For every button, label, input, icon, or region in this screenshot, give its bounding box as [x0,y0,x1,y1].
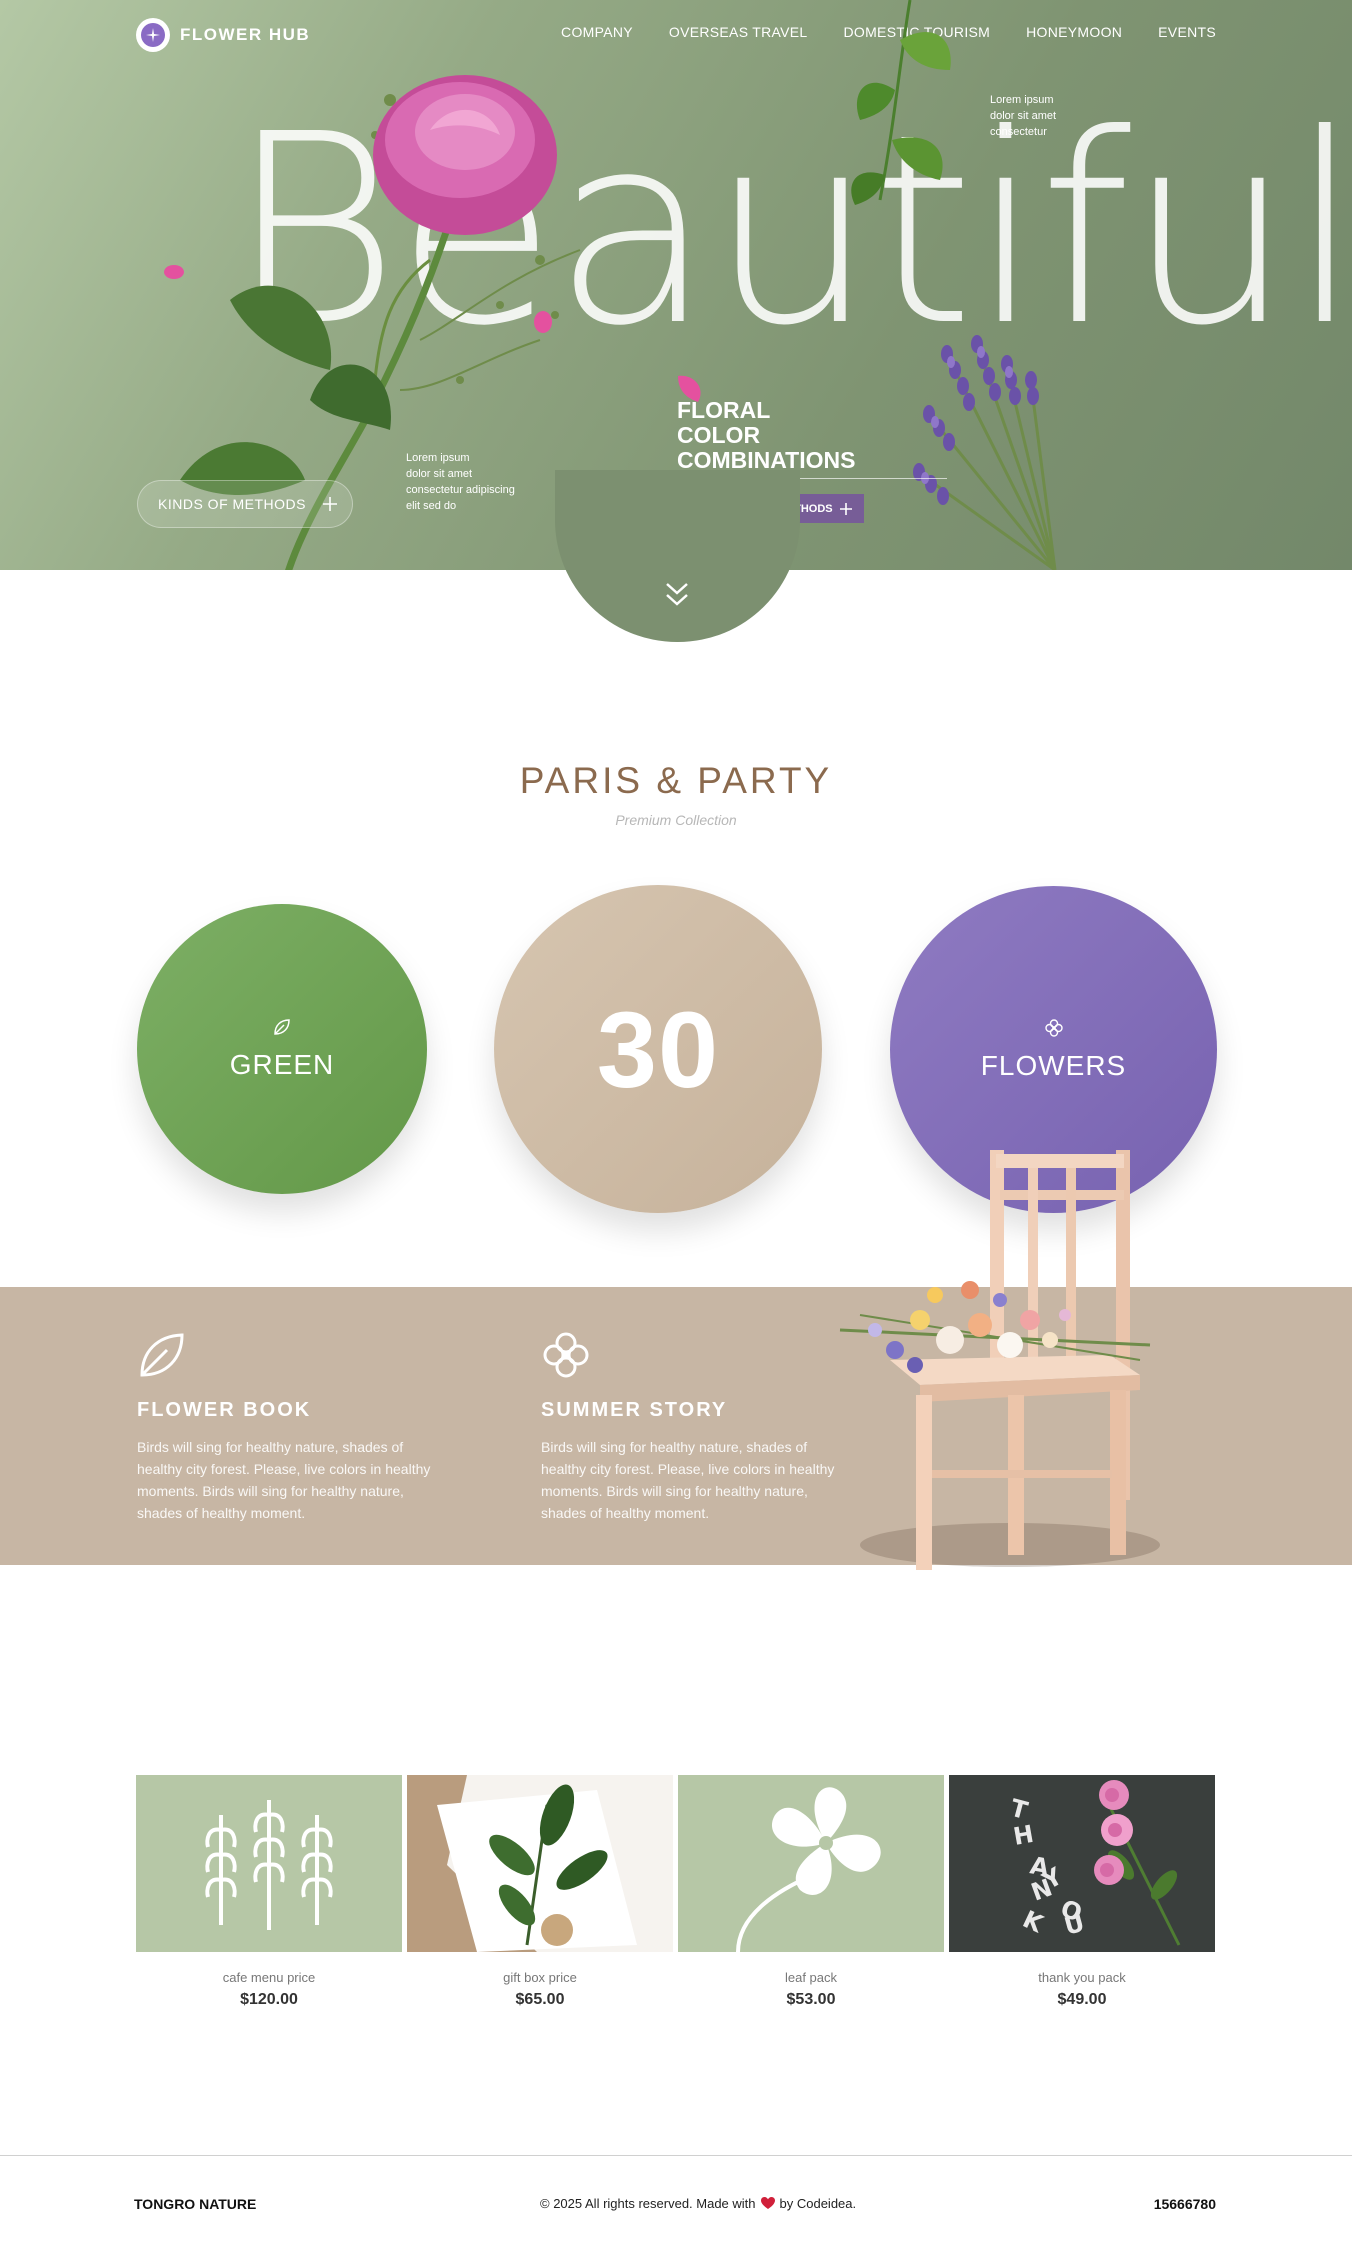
product-image[interactable] [678,1775,944,1952]
hero-note-left: Lorem ipsum dolor sit amet consectetur a… [406,452,515,512]
product-price: $65.00 [515,1991,565,2008]
flower-icon [1044,1018,1063,1037]
product-card[interactable]: gift box price $65.00 [407,1775,673,2009]
product-image[interactable]: T H A N K Y O U [949,1775,1215,1952]
copyright-text: © 2025 All rights reserved. Made with [540,2196,756,2211]
product-card[interactable]: leaf pack $53.00 [678,1775,944,2009]
section-title: PARIS & PARTY [519,760,833,801]
feature-title: FLOWER BOOK [137,1399,312,1421]
thank-you-roses-photo: T H A N K Y O U [949,1775,1215,1952]
flower-icon [543,1332,589,1378]
feature-text: Birds will sing for healthy nature, shad… [541,1439,835,1521]
product-image[interactable] [136,1775,402,1952]
author-credit[interactable]: by Codeidea. [780,2196,857,2211]
product-name: gift box price [503,1970,577,1985]
feature-text: Birds will sing for healthy nature, shad… [137,1439,431,1521]
chair-with-flowers-illustration [839,1150,1160,1570]
pill-button-label: KINDS OF METHODS [158,496,307,512]
product-name: cafe menu price [222,1970,316,1985]
heart-icon [760,2197,775,2209]
leaf-icon [140,1333,184,1377]
plus-icon [839,502,852,515]
product-price: $49.00 [1057,1991,1107,2008]
logo-mark-icon [136,18,170,52]
footer-copyright: © 2025 All rights reserved. Made with by… [540,2196,856,2211]
leaf-sprig-illustration [851,0,951,205]
feature-title: SUMMER STORY [541,1399,728,1421]
circle-green[interactable]: GREEN [137,904,427,1194]
plus-icon [323,497,338,511]
product-card[interactable]: T H A N K Y O U thank you pack $49.00 [949,1775,1215,2009]
nav-events[interactable]: EVENTS [1158,24,1216,40]
feature-summer-story: SUMMER STORY Birds will sing for healthy… [541,1330,851,1524]
kinds-of-methods-pill-button[interactable]: KINDS OF METHODS [137,480,353,528]
nav-honeymoon[interactable]: HONEYMOON [1026,24,1122,40]
circle-flowers-label: FLOWERS [980,1049,1127,1081]
dogwood-flower-icon [736,1787,881,1952]
circle-number[interactable]: 30 [494,885,822,1213]
section-subtitle: Premium Collection [615,812,737,828]
nav-overseas-travel[interactable]: OVERSEAS TRAVEL [669,24,808,40]
footer-brand: TONGRO NATURE [134,2196,257,2212]
lavender-illustration [913,335,1057,570]
product-name: thank you pack [1038,1970,1126,1985]
scroll-down-tab[interactable] [555,470,800,642]
product-image[interactable] [407,1775,673,1952]
chevron-down-icon[interactable] [662,580,692,610]
floral-title: FLORAL COLOR COMBINATIONS [677,397,856,473]
feature-flower-book: FLOWER BOOK Birds will sing for healthy … [137,1330,447,1524]
product-card[interactable]: cafe menu price $120.00 [136,1775,402,2009]
circle-green-label: GREEN [229,1049,335,1080]
leaf-icon [274,1019,290,1035]
gift-leaves-photo [407,1775,673,1952]
wheat-icon [205,1800,333,1930]
brand-logo[interactable]: FLOWER HUB [136,18,310,52]
circle-number-value: 30 [596,988,720,1110]
footer-phone: 15666780 [1153,2196,1216,2212]
hero-note-top-right: Lorem ipsum dolor sit amet consectetur [990,94,1057,138]
product-name: leaf pack [784,1970,838,1985]
nav-company[interactable]: COMPANY [561,24,633,40]
brand-name: FLOWER HUB [180,25,311,44]
footer-divider [0,2155,1352,2156]
product-price: $120.00 [240,1991,298,2008]
product-price: $53.00 [786,1991,836,2008]
